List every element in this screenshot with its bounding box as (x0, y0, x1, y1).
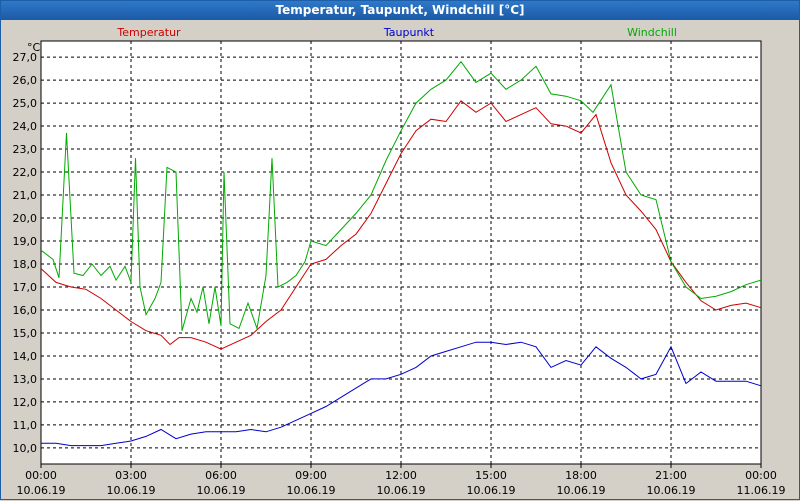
legend-taupunkt: Taupunkt (383, 26, 435, 39)
legend-temperatur: Temperatur (116, 26, 181, 39)
y-tick-label: 16,0 (13, 304, 38, 317)
y-tick-label: 25,0 (13, 97, 38, 110)
x-tick-date: 10.06.19 (647, 484, 696, 497)
x-tick-date: 10.06.19 (377, 484, 426, 497)
y-tick-label: 14,0 (13, 350, 38, 363)
x-tick-date: 10.06.19 (17, 484, 66, 497)
x-tick-time: 18:00 (565, 469, 597, 482)
y-tick-label: 10,0 (13, 442, 38, 455)
legend-windchill: Windchill (627, 26, 677, 39)
y-tick-label: 13,0 (13, 373, 38, 386)
x-tick-time: 15:00 (475, 469, 507, 482)
x-tick-date: 10.06.19 (467, 484, 516, 497)
x-tick-time: 06:00 (205, 469, 237, 482)
y-tick-label: 15,0 (13, 327, 38, 340)
x-tick-date: 10.06.19 (197, 484, 246, 497)
x-tick-date: 10.06.19 (107, 484, 156, 497)
y-tick-label: 24,0 (13, 120, 38, 133)
y-tick-label: 26,0 (13, 74, 38, 87)
x-tick-time: 21:00 (655, 469, 687, 482)
y-tick-label: 19,0 (13, 235, 38, 248)
x-tick-date: 10.06.19 (287, 484, 336, 497)
y-tick-label: 11,0 (13, 419, 38, 432)
y-tick-label: 17,0 (13, 281, 38, 294)
x-tick-time: 00:00 (745, 469, 777, 482)
y-axis-label: °C (27, 41, 41, 54)
x-tick-date: 11.06.19 (737, 484, 786, 497)
y-tick-label: 18,0 (13, 258, 38, 271)
line-chart: 10,0 11,0 12,0 13,0 14,0 15,0 16,0 17,0 18,0 19,0… (13, 26, 786, 497)
y-tick-label: 23,0 (13, 143, 38, 156)
y-tick-label: 22,0 (13, 166, 38, 179)
y-tick-label: 12,0 (13, 396, 38, 409)
x-tick-date: 10.06.19 (557, 484, 606, 497)
y-tick-label: 21,0 (13, 189, 38, 202)
chart-window: Temperatur, Taupunkt, Windchill [°C] 10,… (0, 0, 800, 500)
x-tick-time: 03:00 (115, 469, 147, 482)
x-tick-time: 00:00 (25, 469, 57, 482)
x-tick-time: 09:00 (295, 469, 327, 482)
x-tick-time: 12:00 (385, 469, 417, 482)
y-tick-label: 20,0 (13, 212, 38, 225)
